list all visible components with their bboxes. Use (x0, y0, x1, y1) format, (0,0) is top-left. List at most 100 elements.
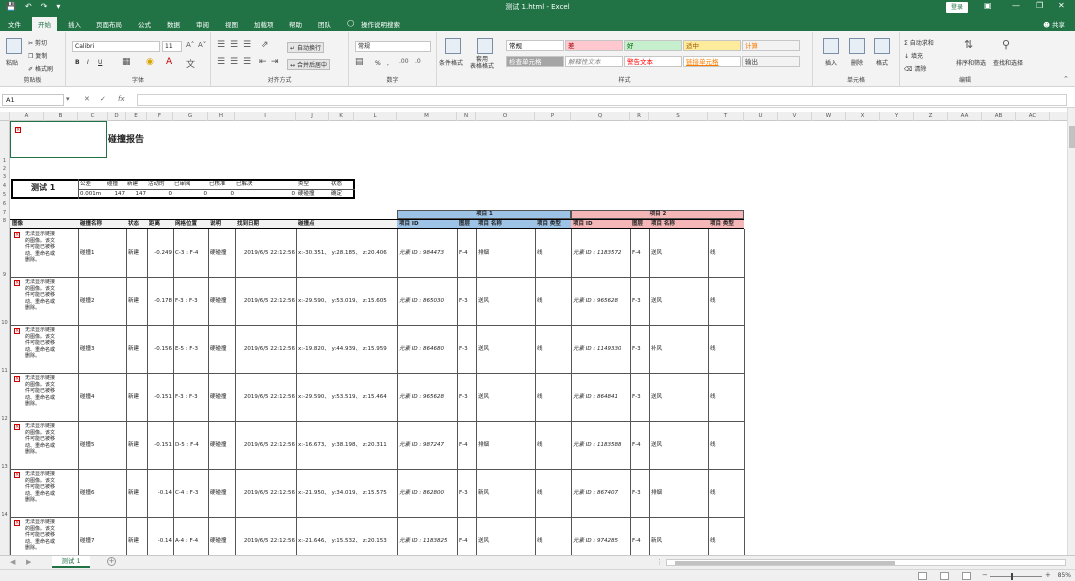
conditional-format-button[interactable]: 条件格式 (439, 58, 463, 67)
horizontal-scroll-thumb[interactable] (675, 561, 895, 565)
style-output[interactable]: 输出 (742, 56, 800, 67)
column-header[interactable]: N (457, 112, 476, 121)
row-header[interactable]: 3 (0, 174, 9, 180)
column-header[interactable]: J (296, 112, 329, 121)
name-box[interactable]: A1 (2, 94, 64, 106)
align-center-icon[interactable]: ☰ (230, 57, 238, 67)
column-header[interactable]: F (147, 112, 173, 121)
column-header[interactable]: C (78, 112, 108, 121)
zoom-level[interactable]: 85% (1058, 572, 1071, 579)
column-header[interactable]: AB (982, 112, 1016, 121)
bold-button[interactable]: B (75, 59, 80, 66)
style-normal[interactable]: 常规 (506, 40, 564, 51)
table-row[interactable]: × 无法显示链接的图像。该文件可能已被移动、重命名或删除。 碰撞6 新建 -0.14 C-… (0, 469, 745, 518)
column-header[interactable]: Z (914, 112, 948, 121)
find-select-icon[interactable]: ⚲ (1002, 38, 1010, 51)
increase-indent-icon[interactable]: ⇥ (271, 57, 279, 67)
row-header[interactable]: 1 (0, 158, 9, 164)
zoom-in-icon[interactable]: + (1045, 571, 1051, 579)
row-header[interactable]: 6 (0, 201, 9, 207)
worksheet-grid[interactable]: A B C D E F G H I J K L M N O P Q R S T … (0, 112, 1067, 555)
style-neutral[interactable]: 适中 (683, 40, 741, 51)
format-as-table-icon[interactable] (477, 38, 493, 54)
column-header[interactable]: I (235, 112, 296, 121)
login-button[interactable]: 登录 (946, 2, 968, 13)
sort-filter-button[interactable]: 排序和筛选 (956, 58, 986, 67)
column-header[interactable]: Y (880, 112, 914, 121)
column-header[interactable]: G (173, 112, 208, 121)
style-bad[interactable]: 差 (565, 40, 623, 51)
row-header[interactable]: 5 (0, 192, 9, 198)
tab-page-layout[interactable]: 页面布局 (96, 19, 122, 29)
tab-help[interactable]: 帮助 (289, 19, 302, 29)
style-explanatory[interactable]: 解释性文本 (565, 56, 623, 67)
minimize-icon[interactable]: — (1012, 1, 1020, 10)
zoom-out-icon[interactable]: − (982, 571, 988, 579)
tab-insert[interactable]: 插入 (68, 19, 81, 29)
delete-cells-button[interactable]: 删除 (851, 58, 863, 67)
cut-button[interactable]: ✂ 剪切 (28, 38, 47, 47)
style-warning[interactable]: 警告文本 (624, 56, 682, 67)
sheet-tab-test1[interactable]: 测试 1 (52, 556, 90, 568)
paste-button[interactable]: 粘贴 (6, 58, 18, 67)
select-all-corner[interactable] (0, 112, 10, 121)
column-header[interactable]: H (208, 112, 235, 121)
tab-addins[interactable]: 加载项 (254, 19, 274, 29)
vertical-scrollbar[interactable] (1067, 108, 1075, 555)
orientation-icon[interactable]: ⇗ (261, 40, 269, 50)
restore-icon[interactable]: ❐ (1036, 1, 1043, 10)
row-header[interactable]: 4 (0, 183, 9, 189)
column-header[interactable]: M (397, 112, 457, 121)
decrease-indent-icon[interactable]: ⇤ (259, 57, 267, 67)
tab-file[interactable]: 文件 (8, 19, 21, 29)
column-header[interactable]: P (535, 112, 571, 121)
tab-home[interactable]: 开始 (32, 17, 57, 31)
column-header[interactable]: Q (571, 112, 630, 121)
align-middle-icon[interactable]: ☰ (230, 40, 238, 50)
column-header[interactable]: W (812, 112, 846, 121)
table-row[interactable]: × 无法显示链接的图像。该文件可能已被移动、重命名或删除。 碰撞3 新建 -0.156 E… (0, 325, 745, 374)
tab-view[interactable]: 视图 (225, 19, 238, 29)
zoom-slider-knob[interactable] (1011, 573, 1013, 580)
accounting-icon[interactable]: ▤ (355, 57, 364, 67)
font-name-select[interactable]: Calibri (72, 41, 160, 52)
tab-data[interactable]: 数据 (167, 19, 180, 29)
ribbon-display-icon[interactable]: ▣ (984, 1, 992, 10)
paste-icon[interactable] (6, 38, 22, 54)
increase-decimal-icon[interactable]: .00 (399, 58, 409, 65)
table-row[interactable]: × 无法显示链接的图像。该文件可能已被移动、重命名或删除。 碰撞4 新建 -0.151 F… (0, 373, 745, 422)
shrink-font-icon[interactable]: A˅ (198, 41, 206, 49)
insert-cells-icon[interactable] (823, 38, 839, 54)
align-bottom-icon[interactable]: ☰ (243, 40, 251, 50)
tab-team[interactable]: 团队 (318, 19, 331, 29)
column-header[interactable]: B (44, 112, 78, 121)
formula-input[interactable] (137, 94, 1067, 106)
add-sheet-icon[interactable]: + (107, 557, 116, 566)
normal-view-icon[interactable] (918, 572, 927, 580)
cancel-icon[interactable]: ✕ (84, 95, 90, 103)
row-header[interactable]: 2 (0, 166, 9, 172)
percent-button[interactable]: % (375, 60, 381, 67)
page-layout-view-icon[interactable] (940, 572, 949, 580)
merge-center-button[interactable]: ↔ 合并后居中 (287, 59, 330, 70)
italic-button[interactable]: I (87, 59, 89, 66)
autosum-button[interactable]: Σ 自动求和 (904, 38, 934, 47)
tell-me-search[interactable]: 操作说明搜索 (361, 19, 400, 29)
selected-cell-a1[interactable] (10, 121, 107, 158)
format-painter-button[interactable]: ✐ 格式刷 (28, 64, 53, 73)
column-header[interactable]: T (708, 112, 744, 121)
font-size-select[interactable]: 11 (162, 41, 182, 52)
row-header[interactable]: 7 (0, 210, 9, 216)
grow-font-icon[interactable]: A˄ (186, 41, 194, 49)
format-cells-icon[interactable] (874, 38, 890, 54)
prev-sheet-icon[interactable]: ◀ (10, 558, 15, 566)
column-header[interactable]: R (630, 112, 649, 121)
phonetic-icon[interactable]: 文 (186, 57, 195, 70)
underline-button[interactable]: U (98, 59, 102, 66)
style-good[interactable]: 好 (624, 40, 682, 51)
insert-function-button[interactable]: fx (118, 95, 125, 103)
column-header[interactable]: D (108, 112, 126, 121)
align-right-icon[interactable]: ☰ (243, 57, 251, 67)
column-header[interactable]: O (476, 112, 535, 121)
close-icon[interactable]: ✕ (1058, 1, 1065, 10)
